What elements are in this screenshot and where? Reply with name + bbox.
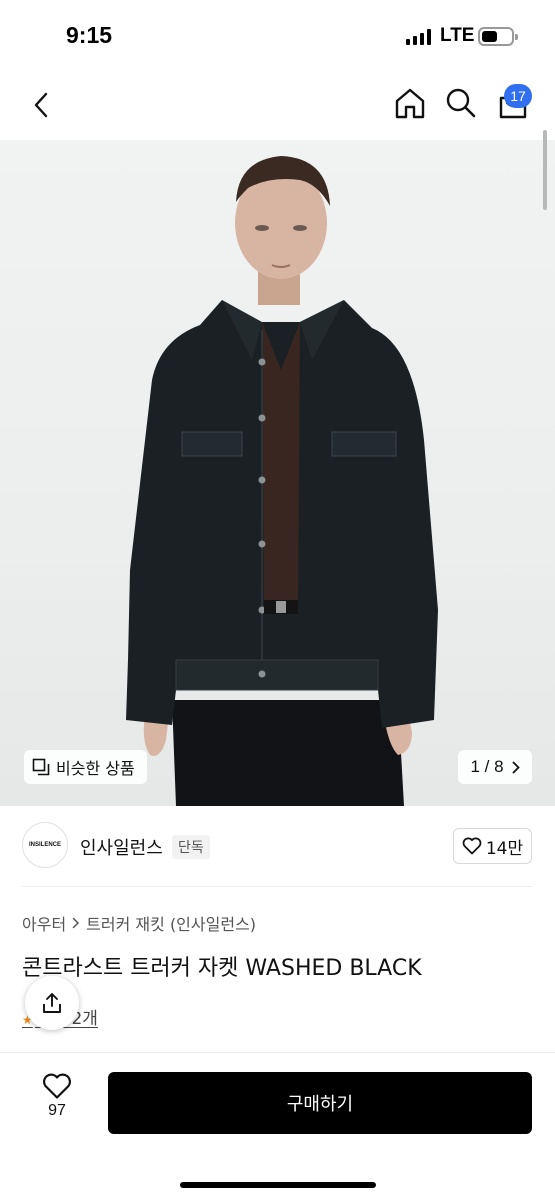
network-label: LTE	[440, 25, 475, 46]
breadcrumb-subcategory[interactable]: 트러커 재킷 (인사일런스)	[86, 911, 256, 935]
signal-icon	[406, 29, 431, 45]
cart-badge: 17	[504, 84, 532, 108]
brand-like-button[interactable]: 14만	[453, 828, 532, 864]
brand-row: INSILENCE 인사일런스 단독 14만	[0, 822, 555, 872]
nav-bar	[0, 78, 555, 134]
buy-button[interactable]: 구매하기	[108, 1072, 532, 1134]
share-icon	[43, 993, 61, 1013]
product-image[interactable]	[0, 140, 555, 806]
scroll-indicator[interactable]	[543, 130, 547, 210]
image-page-counter[interactable]: 1 / 8	[458, 750, 532, 784]
chevron-right-icon	[72, 917, 80, 929]
chevron-left-icon	[34, 92, 48, 118]
copy-icon	[32, 758, 50, 776]
status-time: 9:15	[66, 22, 113, 48]
brand-logo[interactable]: INSILENCE	[22, 822, 68, 868]
brand-like-count: 14만	[485, 838, 524, 859]
status-bar: 9:15 LTE	[0, 0, 555, 72]
similar-products-label: 비슷한 상품	[56, 759, 135, 778]
divider	[22, 886, 532, 887]
heart-outline-icon	[462, 837, 482, 855]
share-button[interactable]	[25, 976, 79, 1030]
wishlist-count: 97	[48, 1102, 66, 1119]
heart-outline-icon	[43, 1073, 71, 1099]
page-counter-text: 1 / 8	[470, 757, 504, 776]
similar-products-button[interactable]: 비슷한 상품	[24, 750, 147, 784]
home-icon	[395, 88, 425, 119]
breadcrumb: 아우터 트러커 재킷 (인사일런스)	[22, 911, 256, 935]
brand-logo-text: INSILENCE	[28, 842, 61, 848]
battery-fill	[482, 31, 498, 42]
search-icon	[446, 88, 476, 118]
home-indicator[interactable]	[180, 1182, 376, 1188]
chevron-right-icon	[512, 761, 520, 773]
buy-button-label: 구매하기	[286, 1094, 354, 1115]
battery-icon	[478, 27, 518, 46]
back-button[interactable]	[24, 88, 58, 122]
product-title: 콘트라스트 트러커 자켓 WASHED BLACK	[22, 956, 422, 981]
product-photo	[126, 156, 438, 806]
wishlist-button[interactable]: 97	[36, 1073, 78, 1133]
exclusive-badge: 단독	[172, 835, 210, 859]
bottom-bar: 97 구매하기	[0, 1053, 555, 1200]
brand-name[interactable]: 인사일런스	[80, 834, 163, 860]
search-button[interactable]	[444, 86, 478, 122]
breadcrumb-category[interactable]: 아우터	[22, 911, 66, 935]
home-button[interactable]	[393, 86, 427, 122]
